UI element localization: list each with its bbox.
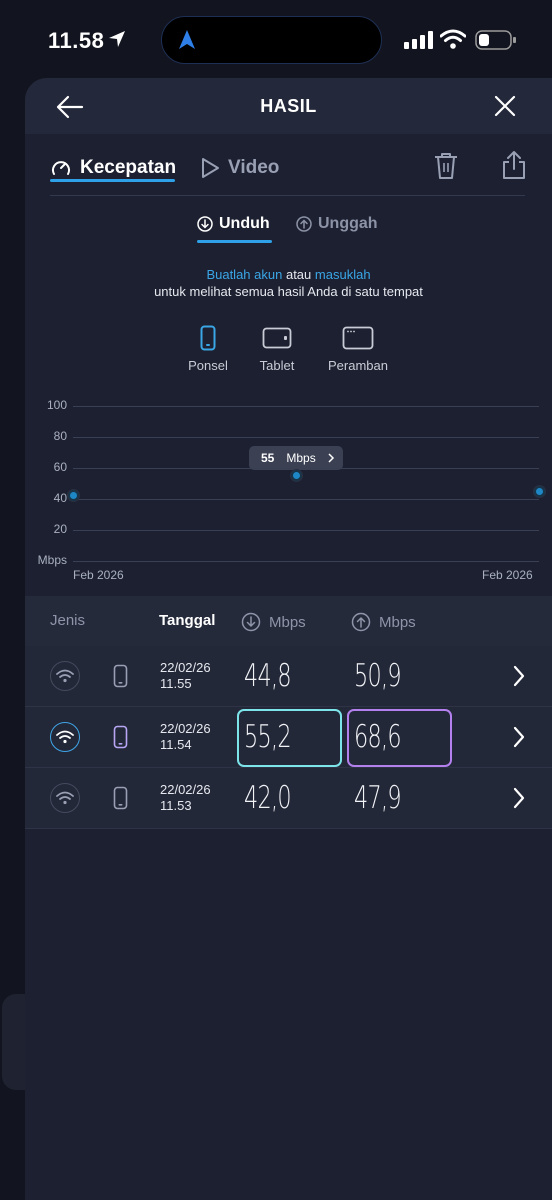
phone-icon	[113, 786, 128, 810]
row-upload-value: 47,9	[354, 780, 402, 816]
cellular-signal-icon	[404, 31, 433, 49]
chart-gridline	[73, 468, 539, 469]
header-type[interactable]: Jenis	[50, 612, 85, 629]
chart-point	[533, 485, 545, 497]
battery-icon	[475, 30, 516, 50]
tooltip-value: 55	[261, 451, 275, 465]
device-phone-label: Ponsel	[188, 358, 228, 373]
device-filter-browser[interactable]: Peramban	[321, 324, 395, 373]
location-arrow-icon	[109, 31, 125, 47]
row-download-value: 55,2	[244, 719, 292, 755]
y-tick-label: 80	[53, 429, 67, 443]
wifi-icon	[50, 783, 80, 813]
chart-gridline	[73, 530, 539, 531]
row-time: 11.55	[160, 676, 192, 691]
row-date: 22/02/26	[160, 721, 211, 736]
y-tick-label: 100	[46, 398, 67, 412]
chevron-right-icon	[513, 726, 525, 748]
phone-icon	[200, 325, 216, 351]
chart-gridline	[73, 437, 539, 438]
trash-icon[interactable]	[433, 152, 459, 180]
play-icon	[202, 158, 219, 178]
chevron-right-icon	[328, 453, 334, 463]
wifi-icon	[50, 661, 80, 691]
table-row[interactable]: 22/02/26 11.53 42,0 47,9	[25, 768, 552, 829]
browser-icon	[342, 326, 374, 350]
divider	[50, 195, 525, 196]
device-filter-tablet[interactable]: Tablet	[253, 324, 301, 373]
phone-icon	[113, 664, 128, 688]
wifi-icon	[50, 722, 80, 752]
device-filter-phone[interactable]: Ponsel	[183, 324, 233, 373]
wifi-status-icon	[440, 29, 466, 49]
row-date: 22/02/26	[160, 660, 211, 675]
close-icon[interactable]	[491, 92, 519, 120]
x-end-label: Feb 2026	[482, 568, 533, 582]
promo-subtext: untuk melihat semua hasil Anda di satu t…	[154, 284, 423, 299]
row-download-value: 42,0	[244, 780, 292, 816]
y-tick-label: 60	[53, 460, 67, 474]
upload-icon	[351, 612, 371, 632]
row-date: 22/02/26	[160, 782, 211, 797]
subtab-download-label: Unduh	[219, 215, 270, 232]
chart-gridline	[73, 406, 539, 407]
header-upload[interactable]: Mbps	[351, 612, 416, 632]
y-axis-label: Mbps	[37, 553, 67, 567]
share-icon[interactable]	[501, 150, 527, 180]
subtab-download[interactable]: Unduh	[197, 215, 270, 233]
phone-icon	[113, 725, 128, 749]
header-upload-label: Mbps	[379, 613, 416, 631]
header-date[interactable]: Tanggal	[159, 612, 215, 629]
subtab-upload-label: Unggah	[318, 215, 378, 232]
create-account-link[interactable]: Buatlah akun	[206, 267, 282, 282]
download-icon	[241, 612, 261, 632]
table-row[interactable]: 22/02/26 11.54 55,2 68,6	[25, 707, 552, 768]
page-title: HASIL	[260, 96, 317, 116]
results-table-header: Jenis Tanggal Mbps Mbps	[25, 596, 552, 646]
row-upload-value: 68,6	[354, 719, 402, 755]
chart-gridline	[73, 499, 539, 500]
chart-point	[290, 470, 302, 482]
tablet-icon	[262, 327, 292, 349]
x-start-label: Feb 2026	[73, 568, 124, 582]
tab-indicator	[50, 179, 175, 182]
subtab-indicator	[197, 240, 272, 243]
navigation-icon	[179, 30, 195, 49]
tab-video-label: Video	[228, 157, 280, 178]
chevron-right-icon	[513, 665, 525, 687]
chevron-right-icon	[513, 787, 525, 809]
device-browser-label: Peramban	[328, 358, 388, 373]
table-row[interactable]: 22/02/26 11.55 44,8 50,9	[25, 646, 552, 707]
promo-or: atau	[285, 267, 312, 282]
chart-baseline	[73, 561, 539, 562]
tab-speed-label: Kecepatan	[80, 157, 177, 178]
row-datetime: 22/02/26 11.54	[160, 721, 211, 753]
device-tablet-label: Tablet	[259, 358, 295, 373]
row-time: 11.54	[160, 737, 192, 752]
header-download-label: Mbps	[269, 613, 306, 631]
results-sheet: HASIL Kecepatan Video Unduh Unggah Buatl…	[25, 78, 552, 1200]
speedometer-icon	[52, 161, 70, 175]
row-time: 11.53	[160, 798, 192, 813]
y-tick-label: 40	[53, 491, 67, 505]
row-upload-value: 50,9	[354, 658, 402, 694]
download-icon	[197, 216, 213, 232]
row-datetime: 22/02/26 11.55	[160, 660, 211, 692]
login-promo: Buatlah akun atau masuklah untuk melihat…	[25, 266, 552, 300]
chart-tooltip[interactable]: 55 Mbps	[249, 446, 343, 470]
dynamic-island	[161, 16, 382, 64]
tab-video[interactable]: Video	[200, 152, 279, 184]
y-tick-label: 20	[53, 522, 67, 536]
login-link[interactable]: masuklah	[315, 267, 371, 282]
status-time: 11.58	[48, 28, 105, 53]
upload-icon	[296, 216, 312, 232]
subtab-upload[interactable]: Unggah	[296, 215, 378, 233]
header-download[interactable]: Mbps	[241, 612, 306, 632]
row-download-value: 44,8	[244, 658, 292, 694]
sheet-header: HASIL	[25, 78, 552, 134]
row-datetime: 22/02/26 11.53	[160, 782, 211, 814]
status-bar: 11.58	[0, 0, 552, 80]
tooltip-unit: Mbps	[286, 451, 316, 465]
chart-point	[67, 490, 79, 502]
